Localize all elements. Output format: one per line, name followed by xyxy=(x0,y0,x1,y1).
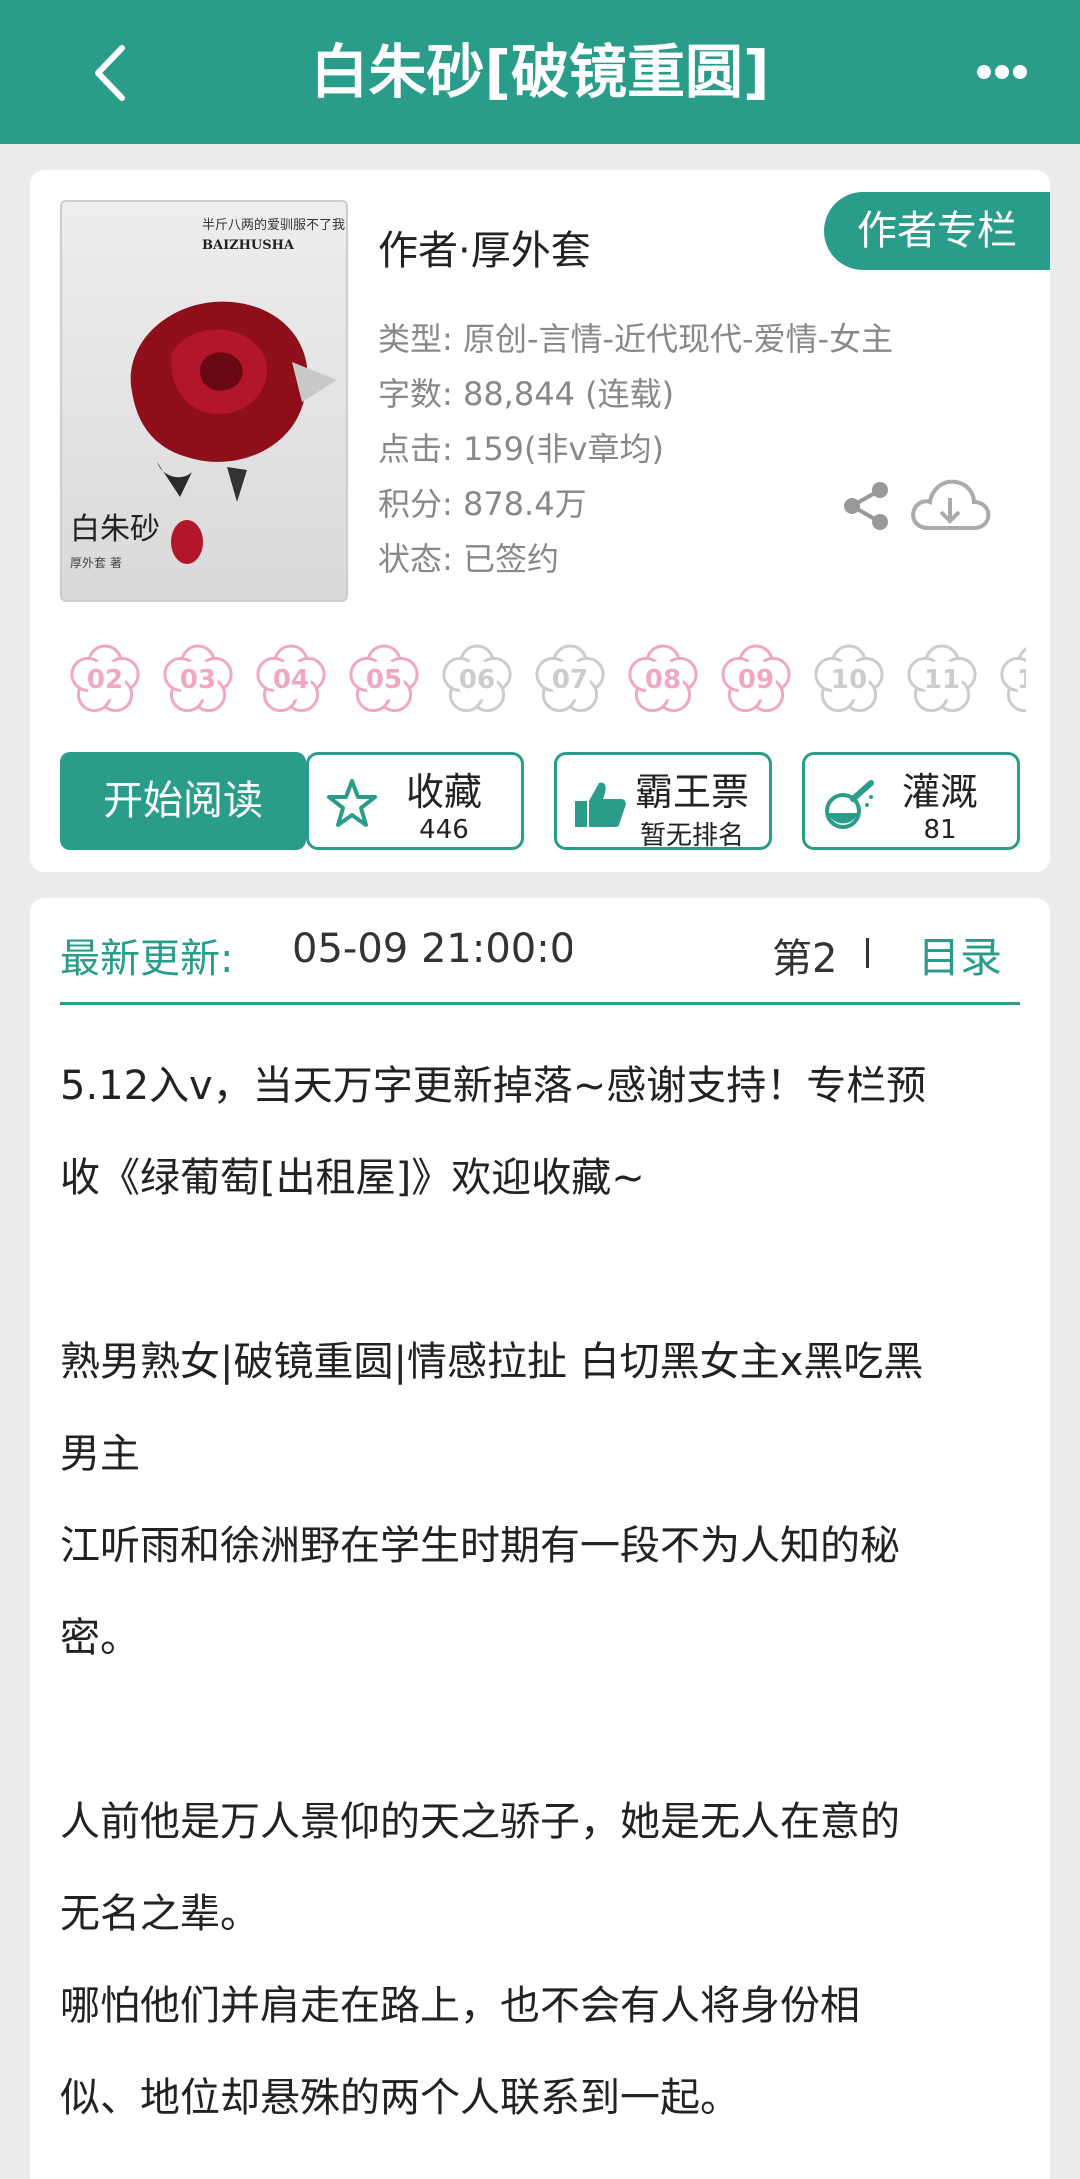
flower-label: 12 xyxy=(1016,665,1026,695)
vote-label: 霸王票 xyxy=(634,770,749,814)
flower-label: 02 xyxy=(86,665,124,695)
description-line: 江听雨和徐洲野在学生时期有一段不为人知的秘 xyxy=(60,1523,900,1569)
description-line: 无名之辈。 xyxy=(60,1891,260,1937)
cloud-download-icon xyxy=(911,479,991,530)
cover-author: 厚外套 著 xyxy=(70,556,122,570)
description-line: 人前他是万人景仰的天之骄子，她是无人在意的 xyxy=(60,1799,900,1845)
description-line: 5.12入v，当天万字更新掉落~感谢支持！专栏预 xyxy=(60,1063,927,1109)
flower-icon: 02 xyxy=(66,640,144,718)
page-title: 白朱砂[破镜重圆] xyxy=(310,38,770,106)
flower-label: 10 xyxy=(830,665,868,695)
flower-label: 08 xyxy=(644,665,682,695)
info-status: 状态: 已签约 xyxy=(378,540,559,578)
latest-chapter[interactable]: 第2 xyxy=(772,926,862,984)
flower-icon: 10 xyxy=(810,640,888,718)
author-name[interactable]: 作者·厚外套 xyxy=(378,218,591,276)
water-label: 灌溉 xyxy=(901,770,978,814)
back-button[interactable] xyxy=(80,38,150,108)
flower-rating-row: 02 03 04 05 06 07 08 09 10 11 12 xyxy=(66,640,1026,720)
book-info-card: 半斤八两的爱驯服不了我 BAIZHUSHA 白朱砂 厚外套 著 作者·厚外套 作… xyxy=(30,170,1050,872)
vote-rank: 暂无排名 xyxy=(639,821,744,851)
flower-icon: 04 xyxy=(252,640,330,718)
cover-title: 白朱砂 xyxy=(70,512,160,547)
flower-icon: 05 xyxy=(345,640,423,718)
flower-label: 05 xyxy=(365,665,403,695)
more-dots-icon xyxy=(977,65,1027,79)
collect-label: 收藏 xyxy=(405,770,482,814)
description-line: 收《绿葡萄[出租屋]》欢迎收藏~ xyxy=(60,1155,645,1201)
vote-button[interactable]: 霸王票 暂无排名 xyxy=(554,752,772,851)
latest-update-label: 最新更新: xyxy=(60,936,234,982)
info-clicks: 点击: 159(非v章均) xyxy=(378,430,664,468)
description-line xyxy=(60,1224,1024,1316)
latest-update-time: 05-09 21:00:09 xyxy=(292,926,572,972)
flower-icon: 12 xyxy=(996,640,1026,718)
flower-label: 11 xyxy=(923,665,961,695)
flower-icon: 06 xyxy=(438,640,516,718)
description-card: 最新更新: 05-09 21:00:09 第2 目录 5.12入v，当天万字更新… xyxy=(30,898,1050,2179)
update-underline xyxy=(60,1002,1020,1005)
flower-label: 09 xyxy=(737,665,775,695)
flower-icon: 11 xyxy=(903,640,981,718)
flower-icon: 03 xyxy=(159,640,237,718)
flower-icon: 08 xyxy=(624,640,702,718)
flower-icon: 09 xyxy=(717,640,795,718)
flower-label: 03 xyxy=(179,665,217,695)
flower-label: 07 xyxy=(551,665,589,695)
description-line: 密。 xyxy=(60,1615,140,1661)
more-button[interactable] xyxy=(918,52,1028,92)
chevron-left-icon xyxy=(95,45,125,101)
water-button[interactable]: 灌溉 81 xyxy=(802,752,1020,850)
info-type: 类型: 原创-言情-近代现代-爱情-女主 xyxy=(378,320,894,358)
book-info-list: 类型: 原创-言情-近代现代-爱情-女主 字数: 88,844 (连载) 点击:… xyxy=(378,312,893,587)
collect-button[interactable]: 收藏 446 xyxy=(306,752,524,850)
author-column-button[interactable]: 作者专栏 xyxy=(824,192,1050,270)
description-line: 熟男熟女|破镜重圆|情感拉扯 白切黑女主x黑吃黑 xyxy=(60,1339,924,1385)
flower-icon: 07 xyxy=(531,640,609,718)
share-button[interactable] xyxy=(838,478,894,534)
flower-label: 04 xyxy=(272,665,310,695)
description-line: 男主 xyxy=(60,1431,140,1477)
book-cover[interactable]: 半斤八两的爱驯服不了我 BAIZHUSHA 白朱砂 厚外套 著 xyxy=(60,200,348,602)
table-of-contents-link[interactable]: 目录 xyxy=(918,924,1002,985)
description-line: 似、地位却悬殊的两个人联系到一起。 xyxy=(60,2075,740,2121)
book-description: 5.12入v，当天万字更新掉落~感谢支持！专栏预 收《绿葡萄[出租屋]》欢迎收藏… xyxy=(60,1040,1024,2144)
description-line: 哪怕他们并肩走在路上，也不会有人将身份相 xyxy=(60,1983,860,2029)
collect-count: 446 xyxy=(419,815,469,845)
description-line xyxy=(60,1684,1024,1776)
flower-label: 06 xyxy=(458,665,496,695)
water-count: 81 xyxy=(923,815,957,845)
download-button[interactable] xyxy=(908,470,992,538)
info-score: 积分: 878.4万 xyxy=(378,485,587,523)
top-bar: 白朱砂[破镜重圆] xyxy=(0,0,1080,144)
share-icon xyxy=(844,482,888,530)
divider xyxy=(866,938,869,968)
info-word-count: 字数: 88,844 (连载) xyxy=(378,375,675,413)
start-reading-button[interactable]: 开始阅读 xyxy=(60,752,306,850)
